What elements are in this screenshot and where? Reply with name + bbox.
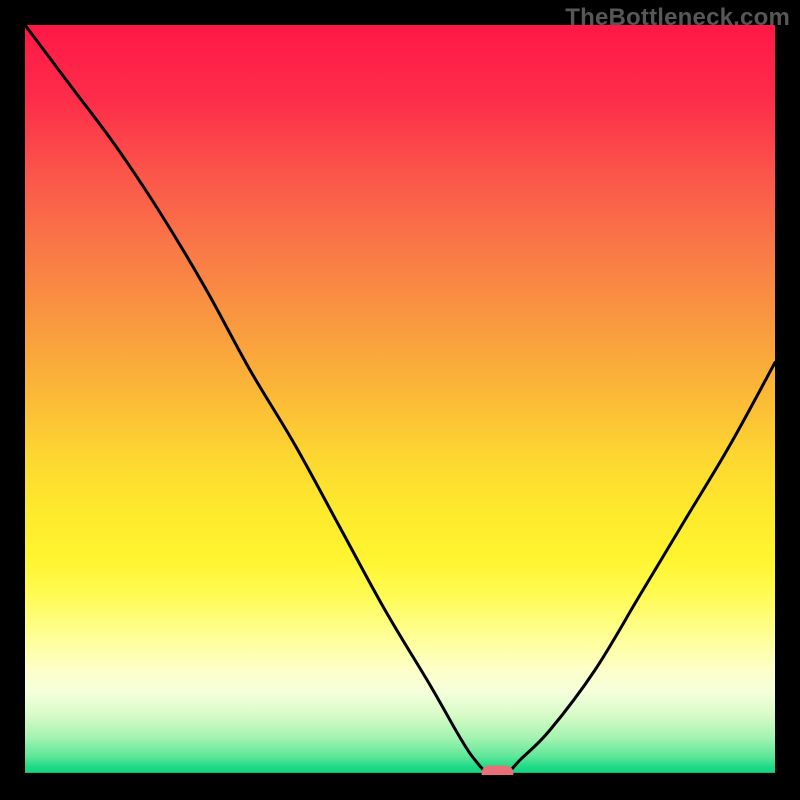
bottleneck-curve	[25, 25, 775, 775]
plot-area	[25, 25, 775, 775]
watermark-text: TheBottleneck.com	[565, 4, 790, 32]
chart-svg	[25, 25, 775, 775]
optimum-marker	[482, 766, 514, 776]
chart-frame: TheBottleneck.com	[0, 0, 800, 800]
